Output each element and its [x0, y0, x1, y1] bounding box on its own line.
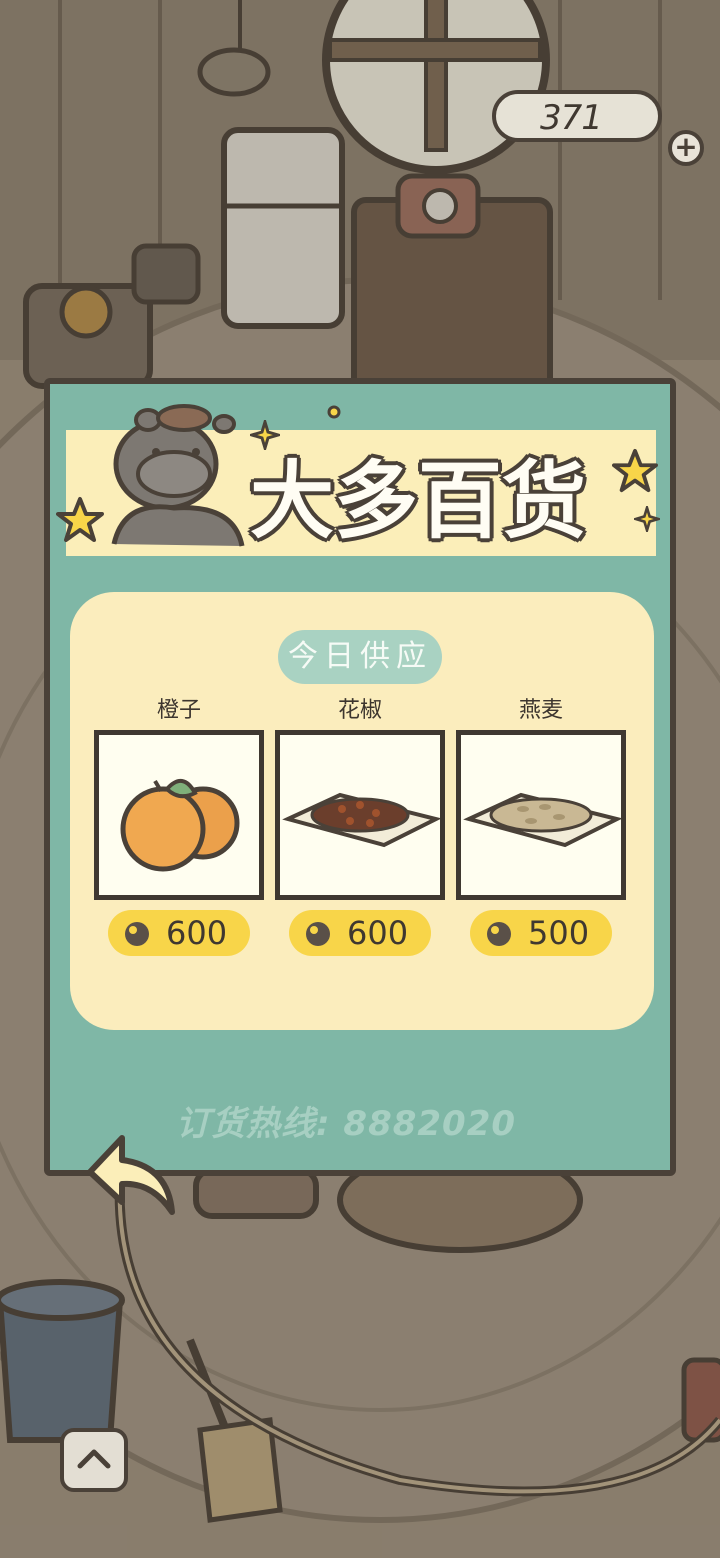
oats-plate-icon [463, 792, 623, 848]
item-card-pepper[interactable] [275, 730, 445, 900]
clover-coin-icon [487, 922, 511, 946]
item-price: 600 [166, 914, 228, 952]
buy-orange-button[interactable]: 600 [108, 910, 250, 956]
today-supply-label: 今日供应 [278, 630, 442, 684]
shop-title: 大多百货 [250, 452, 587, 550]
clover-counter: 371 [492, 90, 662, 142]
sparkle-icon [634, 506, 660, 532]
star-icon [56, 497, 104, 542]
buy-pepper-button[interactable]: 600 [289, 910, 431, 956]
clover-coin-icon [306, 922, 330, 946]
plus-icon: + [674, 130, 698, 163]
item-name: 橙子 [156, 698, 201, 723]
hippo-shopkeeper-icon [111, 404, 245, 547]
back-arrow-icon[interactable] [82, 1132, 182, 1222]
orange-icon [120, 779, 240, 872]
item-card-orange[interactable] [94, 730, 264, 900]
item-name: 燕麦 [518, 698, 563, 723]
dot-icon [327, 405, 341, 419]
clover-count: 371 [540, 98, 603, 138]
item-card-oats[interactable] [456, 730, 626, 900]
item-price: 600 [347, 914, 409, 952]
expand-menu-button[interactable] [60, 1428, 128, 1492]
clover-coin-icon [125, 922, 149, 946]
pepper-plate-icon [282, 792, 442, 848]
buy-oats-button[interactable]: 500 [470, 910, 612, 956]
star-icon [612, 448, 658, 493]
item-name: 花椒 [337, 698, 382, 723]
order-hotline: 订货热线: 8882020 [176, 1104, 517, 1144]
add-clover-button[interactable]: + [668, 130, 704, 166]
item-price: 500 [528, 914, 590, 952]
chevron-up-icon [77, 1449, 111, 1469]
